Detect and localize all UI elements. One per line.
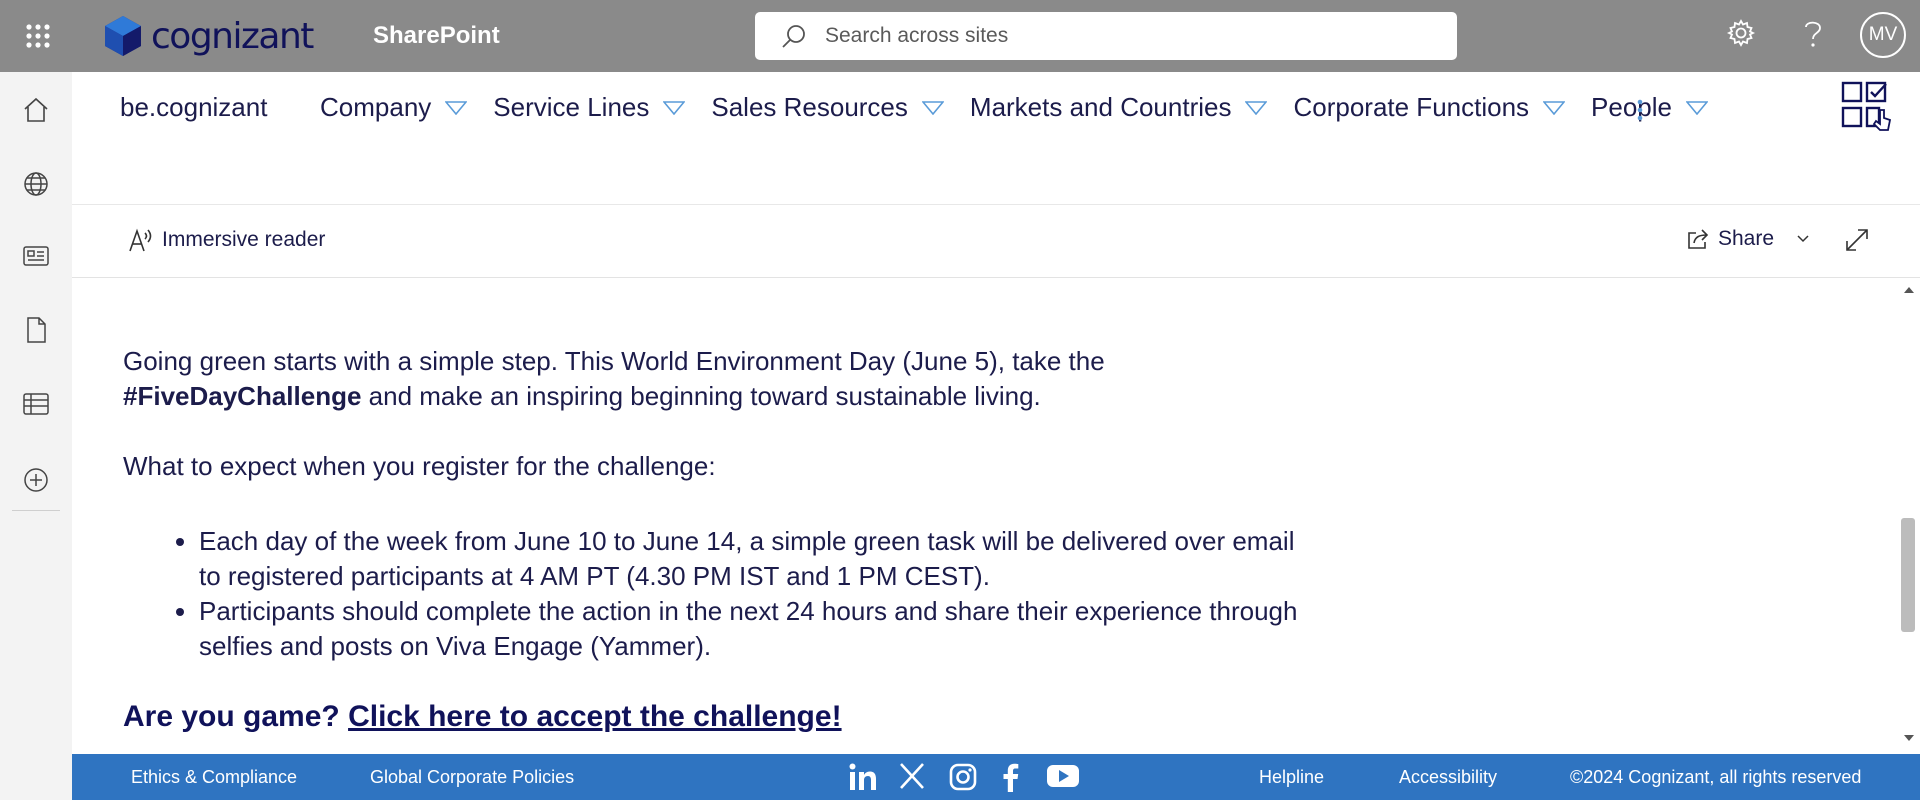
search-input[interactable] bbox=[823, 23, 1427, 49]
cognizant-logo-mark-icon bbox=[105, 16, 141, 56]
quick-access-apps-icon[interactable] bbox=[1840, 80, 1892, 132]
share-icon bbox=[1688, 229, 1709, 249]
settings-gear-icon[interactable] bbox=[1726, 18, 1756, 48]
list-item: Participants should complete the action … bbox=[199, 594, 1323, 664]
linkedin-icon[interactable] bbox=[848, 762, 878, 792]
chevron-down-icon[interactable] bbox=[663, 100, 686, 115]
hub-navigation: Company Service Lines Sales Resources Ma… bbox=[320, 92, 1734, 123]
nav-item-corporate-functions[interactable]: Corporate Functions bbox=[1293, 92, 1566, 123]
file-icon[interactable] bbox=[22, 316, 50, 344]
chevron-down-icon[interactable] bbox=[1543, 100, 1566, 115]
help-icon[interactable] bbox=[1800, 18, 1826, 50]
app-name[interactable]: SharePoint bbox=[373, 22, 500, 50]
user-avatar[interactable]: MV bbox=[1860, 12, 1906, 58]
nav-item-label: Service Lines bbox=[493, 92, 650, 122]
immersive-reader-icon bbox=[129, 228, 152, 252]
chevron-down-icon bbox=[1797, 235, 1809, 243]
left-app-bar bbox=[0, 72, 72, 800]
list-item: Each day of the week from June 10 to Jun… bbox=[199, 524, 1323, 594]
nav-item-sales-resources[interactable]: Sales Resources bbox=[711, 92, 944, 123]
challenge-details-list: Each day of the week from June 10 to Jun… bbox=[123, 524, 1323, 664]
nav-item-people[interactable]: People bbox=[1591, 92, 1708, 123]
nav-item-service-lines[interactable]: Service Lines bbox=[493, 92, 686, 123]
create-add-icon[interactable] bbox=[22, 466, 50, 494]
facebook-icon[interactable] bbox=[1000, 762, 1020, 792]
more-vertical-icon[interactable] bbox=[1636, 98, 1644, 122]
site-header: be.cognizant Company Service Lines Sales… bbox=[72, 72, 1920, 249]
nav-item-company[interactable]: Company bbox=[320, 92, 468, 123]
news-icon[interactable] bbox=[22, 242, 50, 270]
chevron-down-icon[interactable] bbox=[445, 100, 468, 115]
copyright-text: ©2024 Cognizant, all rights reserved bbox=[1570, 767, 1862, 787]
x-icon[interactable] bbox=[898, 762, 926, 790]
call-to-action: Are you game? Click here to accept the c… bbox=[123, 700, 842, 734]
nav-item-label: People bbox=[1591, 92, 1672, 122]
search-icon bbox=[782, 25, 805, 48]
cta-prefix: Are you game? bbox=[123, 700, 349, 733]
nav-item-label: Sales Resources bbox=[711, 92, 908, 122]
expand-icon[interactable] bbox=[1844, 227, 1870, 253]
accessibility-link[interactable]: Accessibility bbox=[1399, 767, 1497, 788]
suite-bar: cognizant SharePoint MV bbox=[0, 0, 1920, 72]
share-label: Share bbox=[1718, 227, 1775, 250]
intro-paragraph: Going green starts with a simple step. T… bbox=[123, 344, 1323, 414]
immersive-reader-label: Immersive reader bbox=[162, 228, 326, 251]
content-scrollbar[interactable] bbox=[1898, 278, 1920, 754]
instagram-icon[interactable] bbox=[948, 762, 978, 792]
nav-item-markets-and-countries[interactable]: Markets and Countries bbox=[970, 92, 1268, 123]
chevron-down-icon[interactable] bbox=[921, 100, 944, 115]
site-footer: Ethics & Compliance Global Corporate Pol… bbox=[72, 754, 1920, 800]
app-launcher-icon[interactable] bbox=[18, 16, 58, 56]
scrollbar-thumb[interactable] bbox=[1901, 518, 1915, 632]
accept-challenge-link[interactable]: Click here to accept the challenge! bbox=[348, 700, 842, 733]
helpline-link[interactable]: Helpline bbox=[1259, 767, 1324, 788]
list-icon[interactable] bbox=[22, 390, 50, 418]
immersive-reader-button[interactable]: Immersive reader bbox=[128, 227, 325, 253]
brand-name: cognizant bbox=[151, 15, 314, 57]
site-title[interactable]: be.cognizant bbox=[120, 92, 267, 123]
expect-heading: What to expect when you register for the… bbox=[123, 451, 716, 481]
scroll-up-arrow-icon[interactable] bbox=[1903, 286, 1915, 294]
intro-text-2: and make an inspiring beginning toward s… bbox=[361, 381, 1041, 411]
nav-item-label: Markets and Countries bbox=[969, 92, 1232, 122]
scroll-down-arrow-icon[interactable] bbox=[1903, 734, 1915, 742]
cognizant-logo[interactable]: cognizant bbox=[101, 14, 314, 58]
command-bar: Immersive reader Share bbox=[72, 205, 1920, 278]
nav-item-label: Corporate Functions bbox=[1293, 92, 1530, 122]
chevron-down-icon[interactable] bbox=[1245, 100, 1268, 115]
nav-item-label: Company bbox=[320, 92, 432, 122]
search-box[interactable] bbox=[755, 12, 1457, 60]
globe-icon[interactable] bbox=[22, 170, 50, 198]
chevron-down-icon[interactable] bbox=[1686, 100, 1708, 115]
intro-text-1: Going green starts with a simple step. T… bbox=[123, 346, 1105, 376]
page-content: Going green starts with a simple step. T… bbox=[72, 278, 1920, 754]
home-icon[interactable] bbox=[22, 96, 50, 124]
hashtag-five-day-challenge: #FiveDayChallenge bbox=[123, 381, 362, 411]
global-corporate-policies-link[interactable]: Global Corporate Policies bbox=[370, 767, 574, 788]
ethics-compliance-link[interactable]: Ethics & Compliance bbox=[131, 767, 297, 788]
article-body: Going green starts with a simple step. T… bbox=[123, 344, 1323, 664]
share-button[interactable]: Share bbox=[1686, 227, 1810, 251]
app-bar-divider bbox=[12, 510, 60, 511]
youtube-icon[interactable] bbox=[1046, 762, 1080, 790]
